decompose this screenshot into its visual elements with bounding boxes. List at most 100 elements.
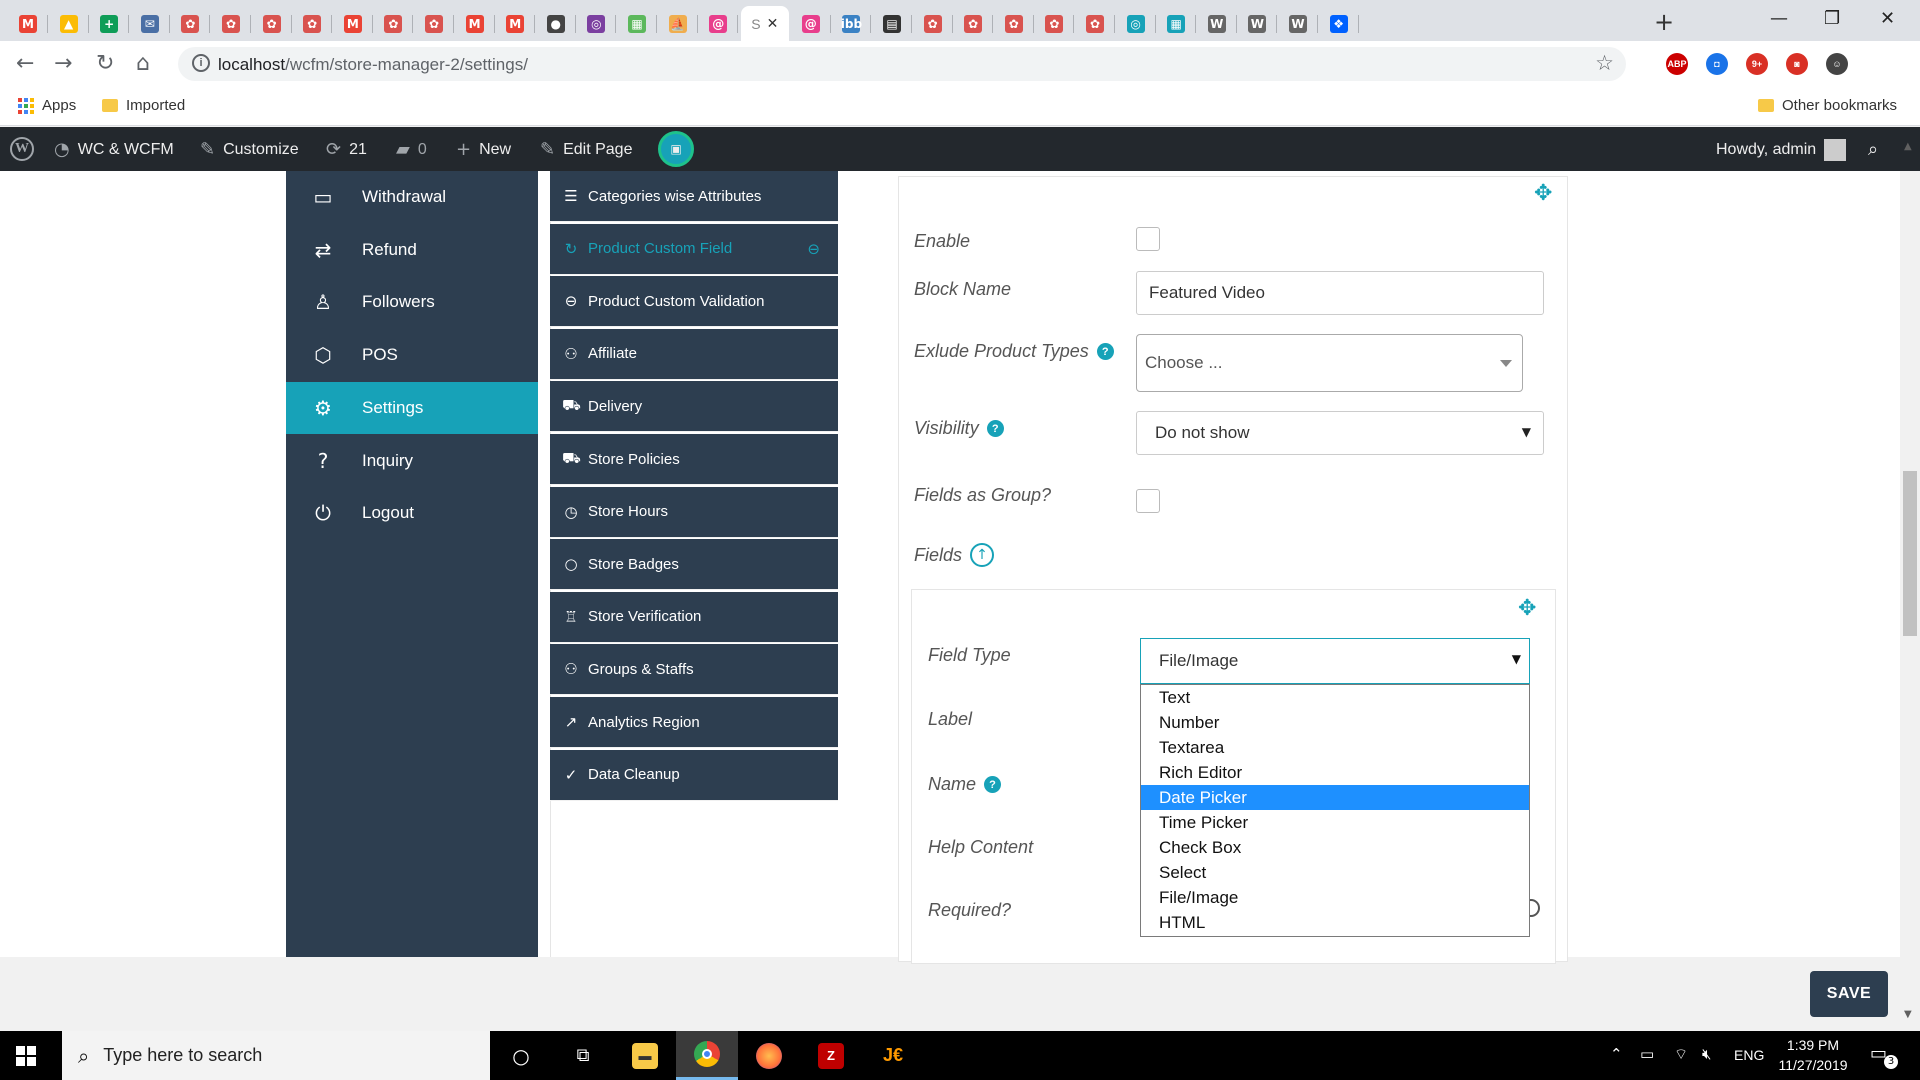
browser-tab[interactable]: ◎	[576, 6, 617, 41]
dropdown-option[interactable]: Date Picker	[1141, 785, 1529, 810]
browser-tab[interactable]: ✿	[1034, 6, 1075, 41]
sidebar-item-inquiry[interactable]: ? Inquiry	[286, 435, 538, 487]
browser-tab[interactable]: M	[455, 6, 495, 41]
submenu-item-store-verification[interactable]: ♖ Store Verification	[550, 591, 838, 643]
taskbar-search[interactable]: ⌕ Type here to search	[62, 1031, 490, 1080]
wp-logo-menu[interactable]: W	[10, 137, 34, 161]
fields-as-group-checkbox[interactable]	[1136, 489, 1160, 513]
forward-icon[interactable]: →	[54, 51, 72, 76]
tray-chevron-icon[interactable]: ⌃	[1610, 1045, 1623, 1063]
taskbar-clock[interactable]: 1:39 PM 11/27/2019	[1768, 1035, 1858, 1075]
submenu-item-affiliate[interactable]: ⚇ Affiliate	[550, 328, 838, 380]
submenu-item-groups-staffs[interactable]: ⚇ Groups & Staffs	[550, 644, 838, 696]
dropdown-option[interactable]: HTML	[1141, 910, 1529, 935]
submenu-item-categories-wise-attributes[interactable]: ☰ Categories wise Attributes	[550, 171, 838, 222]
browser-tab[interactable]: ✿	[252, 6, 292, 41]
minimize-button[interactable]: —	[1770, 8, 1788, 29]
dropdown-option[interactable]: Select	[1141, 860, 1529, 885]
browser-tab[interactable]: ✿	[414, 6, 454, 41]
visibility-select[interactable]: Do not show ▼	[1136, 411, 1544, 455]
wcfm-store-icon[interactable]: ▣	[658, 131, 694, 167]
dropdown-option[interactable]: Number	[1141, 710, 1529, 735]
browser-tab[interactable]: +	[89, 6, 130, 41]
taskbar-chrome[interactable]	[676, 1031, 738, 1080]
browser-tab[interactable]: ▦	[1156, 6, 1197, 41]
my-account-menu[interactable]: Howdy, admin	[1716, 139, 1847, 161]
browser-tab[interactable]: ▲	[49, 6, 89, 41]
admin-search[interactable]: ⌕	[1868, 139, 1878, 160]
browser-tab[interactable]: ✿	[953, 6, 994, 41]
bookmark-apps[interactable]: Apps	[18, 97, 76, 114]
field-type-select[interactable]: File/Image ▼	[1140, 638, 1530, 684]
submenu-item-analytics-region[interactable]: ↗ Analytics Region	[550, 697, 838, 748]
taskbar-file-explorer[interactable]: ▬	[614, 1031, 676, 1080]
url-text[interactable]: localhost/wcfm/store-manager-2/settings/	[218, 55, 528, 75]
reload-icon[interactable]: ↻	[96, 51, 114, 76]
scroll-up-icon[interactable]: ▲	[1904, 141, 1912, 152]
battery-icon[interactable]: ▭	[1640, 1045, 1654, 1063]
sidebar-item-settings[interactable]: ⚙ Settings	[286, 381, 538, 434]
pocket-icon[interactable]: ◙	[1786, 53, 1808, 75]
help-tip-icon[interactable]: ?	[984, 776, 1002, 793]
scroll-down-icon[interactable]: ▼	[1904, 1009, 1912, 1020]
badge-icon[interactable]: 9+	[1746, 53, 1768, 75]
browser-tab[interactable]: ❖	[1319, 6, 1359, 41]
bookmark-other[interactable]: Other bookmarks	[1758, 97, 1897, 114]
browser-tab[interactable]: @	[791, 6, 831, 41]
browser-tab[interactable]: ✿	[292, 6, 333, 41]
updates-link[interactable]: ⟳ 21	[326, 139, 367, 160]
submenu-item-store-policies[interactable]: ⛟ Store Policies	[550, 434, 838, 485]
cortana-button[interactable]: ○	[490, 1031, 552, 1080]
browser-tab[interactable]: ✿	[211, 6, 251, 41]
comments-link[interactable]: ▰ 0	[396, 139, 427, 160]
camera-icon[interactable]: ◘	[1706, 53, 1728, 75]
dropdown-option[interactable]: File/Image	[1141, 885, 1529, 910]
sidebar-item-refund[interactable]: ⇄ Refund	[286, 224, 538, 276]
site-name-menu[interactable]: ◔ WC & WCFM	[54, 139, 174, 160]
browser-tab[interactable]: ✿	[170, 6, 211, 41]
action-center-icon[interactable]: ▭ 3	[1870, 1043, 1898, 1069]
new-tab-button[interactable]: +	[1654, 8, 1674, 36]
browser-tab[interactable]: ✿	[994, 6, 1034, 41]
enable-checkbox[interactable]	[1136, 227, 1160, 251]
submenu-item-delivery[interactable]: ⛟ Delivery	[550, 381, 838, 433]
home-icon[interactable]: ⌂	[136, 51, 150, 76]
site-info-icon[interactable]: i	[192, 54, 210, 72]
submenu-item-product-custom-field[interactable]: ↻ Product Custom Field ⊖	[550, 223, 838, 275]
input-language[interactable]: ENG	[1734, 1047, 1764, 1063]
move-icon[interactable]: ✥	[1534, 181, 1552, 206]
dropdown-option[interactable]: Check Box	[1141, 835, 1529, 860]
sidebar-item-followers[interactable]: ♙ Followers	[286, 276, 538, 328]
browser-tab[interactable]: ✿	[913, 6, 953, 41]
new-content-menu[interactable]: + New	[456, 139, 511, 160]
dropdown-option[interactable]: Text	[1141, 685, 1529, 710]
taskbar-firefox[interactable]	[738, 1031, 800, 1080]
close-tab-icon[interactable]: ✕	[767, 15, 779, 32]
windows-start-icon[interactable]	[16, 1046, 36, 1066]
bookmark-star-icon[interactable]: ☆	[1595, 51, 1614, 75]
submenu-item-data-cleanup[interactable]: ✓ Data Cleanup	[550, 749, 838, 801]
browser-tab[interactable]: W	[1278, 6, 1318, 41]
browser-tab[interactable]: W	[1237, 6, 1278, 41]
task-view-button[interactable]: ⧉	[552, 1031, 614, 1080]
bookmark-imported[interactable]: Imported	[102, 97, 185, 114]
scrollbar-thumb[interactable]	[1903, 471, 1917, 636]
browser-tab[interactable]: W	[1197, 6, 1237, 41]
browser-tab[interactable]: M	[333, 6, 373, 41]
browser-tab[interactable]: M	[8, 6, 48, 41]
dropdown-option[interactable]: Textarea	[1141, 735, 1529, 760]
browser-tab[interactable]: ibb	[831, 6, 872, 41]
help-tip-icon[interactable]: ?	[986, 420, 1004, 437]
browser-tab[interactable]: ⛵	[658, 6, 698, 41]
submenu-item-store-hours[interactable]: ◷ Store Hours	[550, 486, 838, 538]
move-icon[interactable]: ✥	[1518, 596, 1536, 621]
browser-tab[interactable]: @	[698, 6, 739, 41]
sidebar-item-pos[interactable]: ⬡ POS	[286, 329, 538, 381]
taskbar-jetbrains[interactable]: J€	[862, 1031, 924, 1080]
collapse-up-icon[interactable]: ↑	[970, 543, 995, 567]
close-window-button[interactable]: ✕	[1880, 8, 1895, 29]
browser-tab[interactable]: ▤	[872, 6, 912, 41]
help-tip-icon[interactable]: ?	[1096, 343, 1114, 360]
sidebar-item-logout[interactable]: ⏻ Logout	[286, 487, 538, 539]
submenu-item-store-badges[interactable]: ○ Store Badges	[550, 539, 838, 591]
